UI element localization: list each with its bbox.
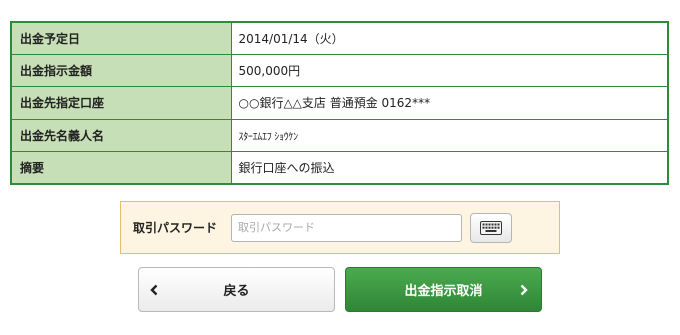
detail-label-amount: 出金指示金額 bbox=[11, 53, 232, 88]
detail-row-account: 出金先指定口座 ○○銀行△△支店 普通預金 0162*** bbox=[11, 86, 668, 120]
detail-value-memo: 銀行口座への振込 bbox=[231, 151, 668, 185]
detail-row-amount: 出金指示金額 500,000円 bbox=[11, 53, 668, 88]
detail-row-date: 出金予定日 2014/01/14（火） bbox=[11, 21, 668, 55]
detail-label-date: 出金予定日 bbox=[11, 21, 232, 55]
chevron-left-icon bbox=[147, 283, 161, 297]
password-label: 取引パスワード bbox=[133, 221, 218, 235]
cancel-button-label: 出金指示取消 bbox=[404, 284, 483, 299]
detail-value-account: ○○銀行△△支店 普通預金 0162*** bbox=[231, 86, 668, 120]
password-input[interactable] bbox=[231, 213, 462, 242]
back-button[interactable]: 戻る bbox=[138, 267, 335, 312]
back-button-label: 戻る bbox=[223, 284, 250, 299]
detail-label-account: 出金先指定口座 bbox=[11, 86, 232, 120]
detail-label-memo: 摘要 bbox=[11, 151, 232, 185]
withdrawal-cancel-confirm-page: 出金予定日 2014/01/14（火） 出金指示金額 500,000円 出金先指… bbox=[0, 0, 680, 335]
detail-row-holder-name: 出金先名義人名 ｽﾀｰｴﾑｴﾌ ｼｮｳｹﾝ bbox=[11, 118, 668, 153]
cancel-withdrawal-button[interactable]: 出金指示取消 bbox=[345, 267, 542, 312]
chevron-right-icon bbox=[517, 283, 531, 297]
software-keyboard-button[interactable] bbox=[470, 212, 512, 243]
detail-label-holder-name: 出金先名義人名 bbox=[11, 118, 232, 153]
detail-value-amount: 500,000円 bbox=[231, 53, 668, 88]
transaction-password-box: 取引パスワード bbox=[120, 201, 560, 254]
detail-row-memo: 摘要 銀行口座への振込 bbox=[11, 151, 668, 185]
withdrawal-details-table: 出金予定日 2014/01/14（火） 出金指示金額 500,000円 出金先指… bbox=[10, 21, 669, 185]
keyboard-icon bbox=[480, 220, 502, 235]
detail-value-holder-name: ｽﾀｰｴﾑｴﾌ ｼｮｳｹﾝ bbox=[231, 118, 668, 153]
detail-value-date: 2014/01/14（火） bbox=[231, 21, 668, 55]
